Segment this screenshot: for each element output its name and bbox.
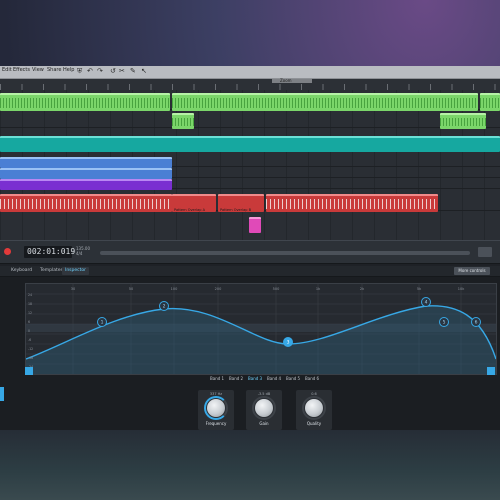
frequency-knob-panel: 337 Hz Frequency bbox=[198, 390, 234, 430]
pointer-icon[interactable]: ⛨ bbox=[77, 67, 82, 76]
lower-tabs: Keyboard Templates Inspector More contro… bbox=[0, 266, 500, 277]
track-lane-green-2 bbox=[0, 110, 500, 129]
audio-clip[interactable] bbox=[0, 194, 172, 212]
time-display[interactable]: 002:01:019 bbox=[24, 246, 76, 258]
track-lane-purple bbox=[0, 178, 500, 190]
eq-freq-tick-label: 1k bbox=[316, 287, 321, 291]
eq-node-label: 2 bbox=[163, 304, 166, 310]
eq-freq-tick-label: 2k bbox=[360, 287, 365, 291]
pattern-clip[interactable]: Pattern Overlap B bbox=[218, 194, 264, 212]
clip-name: Pattern Overlap A bbox=[174, 208, 205, 212]
redo-icon[interactable]: ↷ bbox=[97, 67, 103, 76]
panel-side-handle[interactable] bbox=[0, 387, 4, 401]
band-5-label[interactable]: Band 5 bbox=[286, 376, 300, 381]
daw-window: Edit Effects View Share Help ⛨ ↶ ↷ ↺ ✂ ✎… bbox=[0, 66, 500, 430]
eq-node-label: 3 bbox=[287, 340, 290, 346]
audio-clip[interactable] bbox=[440, 113, 486, 129]
menu-edit[interactable]: Edit bbox=[2, 67, 12, 73]
record-button[interactable] bbox=[4, 248, 11, 255]
eq-db-tick-label: -18 bbox=[28, 356, 33, 360]
audio-clip[interactable] bbox=[172, 93, 478, 111]
pattern-clip[interactable]: Pattern Overlap A bbox=[172, 194, 216, 212]
eq-node-label: 6 bbox=[475, 320, 478, 326]
clip-name: Pattern Overlap B bbox=[220, 208, 251, 212]
eq-db-tick-label: 24 bbox=[28, 293, 32, 297]
pointer-tool-icon[interactable]: ↖ bbox=[141, 67, 147, 76]
zoom-button[interactable] bbox=[478, 247, 492, 257]
midi-clip[interactable] bbox=[249, 217, 261, 233]
undo-icon[interactable]: ↶ bbox=[87, 67, 93, 76]
time-readout: 002:01:019 bbox=[27, 247, 76, 256]
eq-corner-handle-left[interactable] bbox=[25, 367, 33, 375]
eq-db-tick-label: 6 bbox=[28, 320, 30, 324]
signature-value: 4/4 bbox=[76, 251, 83, 256]
gain-label: Gain bbox=[259, 421, 269, 426]
timeline-scrollbar[interactable] bbox=[100, 251, 470, 255]
desktop-background bbox=[0, 430, 500, 500]
menu-help[interactable]: Help bbox=[63, 67, 74, 73]
gain-knob-panel: -3.5 dB Gain bbox=[246, 390, 282, 430]
eq-node-label: 4 bbox=[425, 300, 428, 306]
band-3-label[interactable]: Band 3 bbox=[248, 376, 262, 381]
audio-clip[interactable] bbox=[266, 194, 438, 212]
menu-effects[interactable]: Effects bbox=[13, 67, 30, 73]
track-lane-blue-2 bbox=[0, 167, 500, 179]
eq-db-tick-label: -12 bbox=[28, 347, 33, 351]
zoom-region-label: Zoom bbox=[280, 78, 292, 83]
menu-bar: Edit Effects View Share Help ⛨ ↶ ↷ ↺ ✂ ✎… bbox=[0, 66, 500, 79]
eq-db-tick-label: -6 bbox=[28, 338, 31, 342]
eq-freq-tick-label: 5k bbox=[417, 287, 422, 291]
undo-small-icon[interactable]: ↺ bbox=[110, 67, 116, 76]
track-lane-green bbox=[0, 92, 500, 111]
eq-curve-canvas[interactable]: 12345 6 30 50 100 200 500 1k 2k 5k 10k 24181260-6… bbox=[26, 284, 496, 374]
band-1-label[interactable]: Band 1 bbox=[210, 376, 224, 381]
eq-graph[interactable]: 123456 30 50 100 200 500 1k 2k 5k 10k 24 18 12 6 0 -6… bbox=[25, 283, 497, 375]
eq-freq-tick-label: 30 bbox=[71, 287, 75, 291]
transport-bar: 002:01:019 135.00 4/4 bbox=[0, 240, 500, 264]
eq-freq-tick-label: 100 bbox=[171, 287, 178, 291]
audio-clip[interactable] bbox=[0, 136, 500, 152]
eq-node-label: 5 bbox=[443, 320, 446, 326]
audio-clip[interactable] bbox=[0, 93, 170, 111]
scissors-icon[interactable]: ✂ bbox=[119, 67, 125, 76]
audio-clip[interactable] bbox=[172, 113, 194, 129]
more-controls-button[interactable]: More controls bbox=[454, 267, 490, 275]
gain-knob[interactable] bbox=[255, 399, 273, 417]
eq-freq-tick-label: 500 bbox=[273, 287, 280, 291]
tempo-info: 135.00 4/4 bbox=[76, 246, 90, 256]
eq-db-tick-label: 12 bbox=[28, 311, 32, 315]
band-4-label[interactable]: Band 4 bbox=[267, 376, 281, 381]
frequency-label: Frequency bbox=[205, 421, 227, 426]
timeline-ruler[interactable]: Zoom bbox=[0, 78, 500, 90]
tab-keyboard[interactable]: Keyboard bbox=[8, 267, 35, 275]
draw-icon[interactable]: ✎ bbox=[130, 67, 136, 76]
audio-clip[interactable] bbox=[480, 93, 500, 111]
eq-db-tick-label: 18 bbox=[28, 302, 32, 306]
eq-node-label: 1 bbox=[101, 320, 104, 326]
quality-knob[interactable] bbox=[305, 399, 323, 417]
frequency-knob[interactable] bbox=[207, 399, 225, 417]
track-lane-pink bbox=[0, 214, 500, 234]
eq-freq-tick-label: 10k bbox=[458, 287, 465, 291]
track-lane-red: Pattern Overlap A Pattern Overlap B bbox=[0, 193, 500, 212]
audio-clip[interactable] bbox=[0, 179, 172, 190]
inspector-panel: 123456 30 50 100 200 500 1k 2k 5k 10k 24 18 12 6 0 -6… bbox=[0, 277, 500, 430]
arrangement-view[interactable]: Pattern Overlap A Pattern Overlap B bbox=[0, 90, 500, 240]
tab-inspector[interactable]: Inspector bbox=[62, 267, 89, 275]
eq-corner-handle-right[interactable] bbox=[487, 367, 495, 375]
eq-freq-labels: 30 50 100 200 500 1k 2k 5k 10k bbox=[71, 287, 465, 291]
track-lane-teal bbox=[0, 134, 500, 152]
band-2-label[interactable]: Band 2 bbox=[229, 376, 243, 381]
quality-label: Quality bbox=[306, 421, 322, 426]
zoom-region[interactable] bbox=[272, 79, 312, 83]
quality-knob-panel: 0.6 Quality bbox=[296, 390, 332, 430]
eq-db-tick-label: 0 bbox=[28, 329, 30, 333]
menu-view[interactable]: View bbox=[32, 67, 44, 73]
eq-freq-tick-label: 50 bbox=[129, 287, 133, 291]
eq-curve-fill bbox=[26, 305, 496, 374]
track-lane-blue bbox=[0, 156, 500, 168]
menu-share[interactable]: Share bbox=[47, 67, 61, 73]
eq-freq-tick-label: 200 bbox=[215, 287, 222, 291]
band-6-label[interactable]: Band 6 bbox=[305, 376, 319, 381]
